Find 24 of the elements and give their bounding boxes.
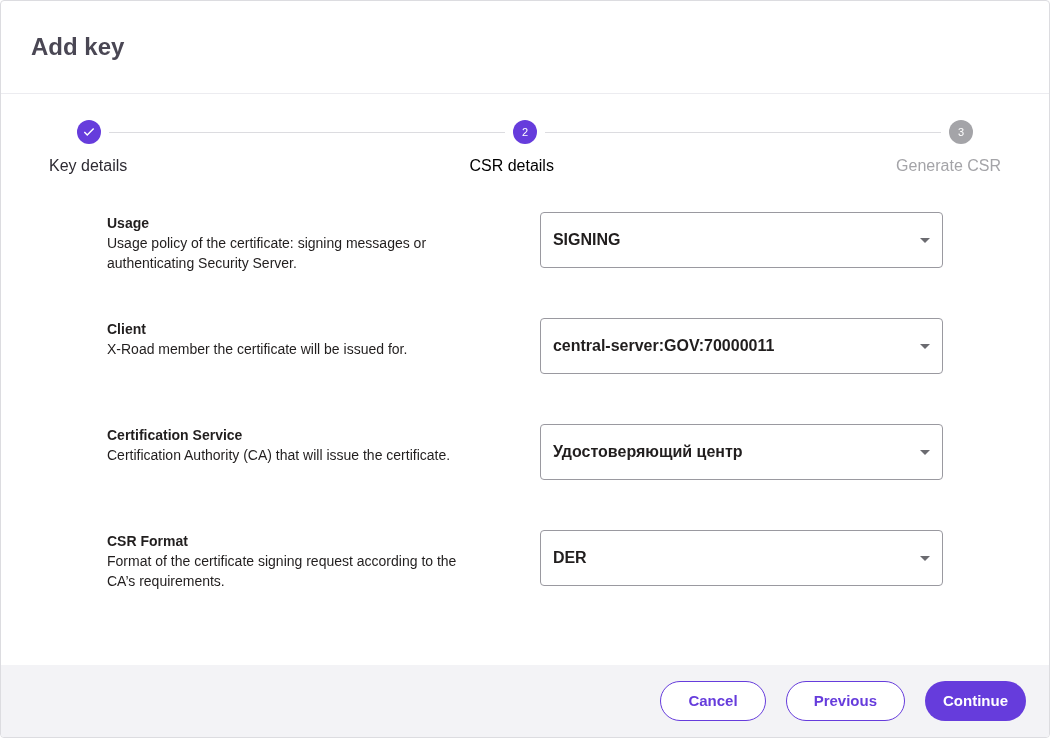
outlined-button[interactable]: Cancel: [660, 681, 766, 721]
check-icon: [82, 125, 96, 139]
field-description: Certification Authority (CA) that will issue the certificate.: [107, 446, 452, 465]
dropdown-caret-icon: [920, 343, 930, 349]
step-label: Generate CSR: [896, 156, 1001, 176]
select-field[interactable]: Удостоверяющий центр: [539, 424, 943, 480]
field-description: X-Road member the certificate will be issued for.: [107, 340, 409, 359]
dropdown-caret-icon: [920, 237, 930, 243]
outlined-button[interactable]: Previous: [785, 681, 905, 721]
step-label: Key details: [49, 156, 128, 176]
dropdown-caret-icon: [920, 449, 930, 455]
dropdown-caret-icon: [920, 555, 930, 561]
field-description: Format of the certificate signing request according to the CA’s requirements.: [107, 552, 457, 591]
field-label: CSR Format: [107, 532, 189, 551]
select-field[interactable]: central-server:GOV:70000011: [539, 318, 943, 374]
step-label: CSR details: [469, 156, 554, 176]
field-label: Usage: [107, 214, 151, 233]
field-label: Certification Service: [107, 426, 244, 445]
dialog-title: Add key: [31, 32, 125, 62]
field-description: Usage policy of the certificate: signing messages or authenticating Security Server.: [107, 234, 428, 273]
select-field[interactable]: SIGNING: [539, 212, 943, 268]
select-field[interactable]: DER: [539, 530, 943, 586]
primary-button[interactable]: Continue: [925, 681, 1026, 721]
field-label: Client: [107, 320, 147, 339]
